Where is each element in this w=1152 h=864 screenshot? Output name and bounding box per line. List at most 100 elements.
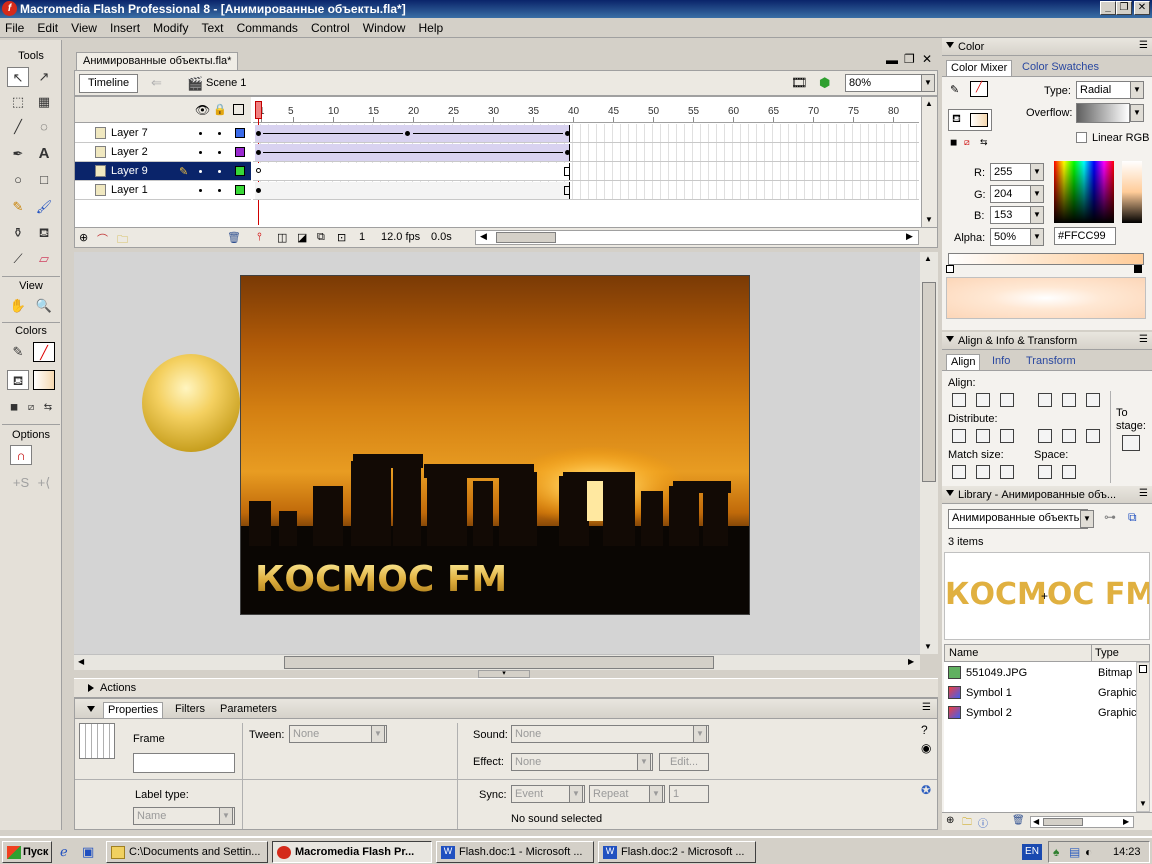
stonehenge-image[interactable]: КОСМОС FM xyxy=(240,275,750,615)
doc-restore-icon[interactable]: ❐ xyxy=(904,52,915,66)
document-tab[interactable]: Анимированные объекты.fla* xyxy=(76,52,239,70)
scroll-thumb[interactable] xyxy=(284,656,714,669)
new-library-panel-icon[interactable]: ⧉ xyxy=(1128,510,1137,525)
distribute-top-icon[interactable] xyxy=(952,429,966,443)
insert-folder-icon[interactable]: 🗀 xyxy=(117,231,128,250)
frame-name-input[interactable] xyxy=(133,753,235,773)
collapse-arrow-icon[interactable] xyxy=(87,706,95,712)
scroll-right-icon[interactable]: ▶ xyxy=(908,657,914,666)
tab-color-swatches[interactable]: Color Swatches xyxy=(1018,60,1103,76)
frame-ruler[interactable]: 15101520253035404550556065707580 xyxy=(253,97,919,123)
layer-row[interactable]: Layer 2 xyxy=(75,143,251,162)
frame-row[interactable] xyxy=(253,124,919,143)
pin-library-icon[interactable]: ⊶ xyxy=(1104,510,1116,524)
onion-markers-icon[interactable]: ⊡ xyxy=(337,231,346,244)
free-transform-tool-icon[interactable]: ⬚ xyxy=(7,92,29,112)
menu-insert[interactable]: Insert xyxy=(105,18,145,35)
menu-file[interactable]: File xyxy=(0,18,29,35)
layer-row[interactable]: Layer 7 xyxy=(75,124,251,143)
layer-color-swatch[interactable] xyxy=(235,147,245,157)
delete-layer-icon[interactable]: 🗑 xyxy=(227,231,241,244)
snap-to-objects-icon[interactable]: ∩ xyxy=(10,445,32,465)
menu-edit[interactable]: Edit xyxy=(32,18,63,35)
onion-skin-icon[interactable]: ◫ xyxy=(277,231,287,244)
layer-row[interactable]: Layer 1 xyxy=(75,181,251,200)
edit-symbol-icon[interactable]: ⬢ xyxy=(819,75,830,91)
ink-bottle-tool-icon[interactable]: ⚱ xyxy=(7,223,29,243)
fill-type-dropdown-icon[interactable]: ▼ xyxy=(1130,81,1144,99)
subselection-tool-icon[interactable]: ↗ xyxy=(33,67,55,87)
space-horizontal-icon[interactable] xyxy=(1062,465,1076,479)
align-bottom-icon[interactable] xyxy=(1086,393,1100,407)
library-item[interactable]: Symbol 2 Graphic xyxy=(944,704,1136,722)
library-item[interactable]: Symbol 1 Graphic xyxy=(944,684,1136,702)
layer-color-swatch[interactable] xyxy=(235,128,245,138)
actions-panel-header[interactable]: Actions xyxy=(74,678,938,698)
delete-item-icon[interactable]: 🗑 xyxy=(1012,815,1025,826)
start-button[interactable]: Пуск xyxy=(2,841,52,863)
black-white-icon[interactable]: ◼ xyxy=(950,137,957,148)
swap-colors-icon[interactable]: ⇆ xyxy=(41,398,55,418)
volume-icon[interactable]: ◐ xyxy=(1085,845,1092,859)
scroll-left-icon[interactable]: ◀ xyxy=(1033,817,1039,826)
frame-row[interactable] xyxy=(253,162,919,181)
tab-color-mixer[interactable]: Color Mixer xyxy=(946,60,1013,76)
to-stage-toggle-icon[interactable] xyxy=(1122,435,1140,451)
scroll-right-icon[interactable]: ▶ xyxy=(1123,817,1129,826)
layer-name[interactable]: Layer 1 xyxy=(111,184,148,196)
scroll-up-icon[interactable]: ▲ xyxy=(924,254,932,263)
library-vscroll[interactable]: ▼ xyxy=(1136,662,1150,812)
tray-app-icon[interactable]: ♠ xyxy=(1053,845,1059,859)
panel-collapse-handle[interactable]: ▾ xyxy=(478,670,530,678)
color-spectrum-picker[interactable] xyxy=(1054,161,1114,223)
blue-dropdown-icon[interactable]: ▼ xyxy=(1030,206,1044,224)
scroll-down-icon[interactable]: ▼ xyxy=(1139,799,1147,808)
menu-commands[interactable]: Commands xyxy=(232,18,303,35)
taskbar-item[interactable]: W Flash.doc:2 - Microsoft ... xyxy=(598,841,756,863)
tab-info[interactable]: Info xyxy=(988,354,1014,370)
stroke-color-icon[interactable]: ✎ xyxy=(950,83,959,96)
text-tool-icon[interactable]: A xyxy=(33,144,55,164)
gradient-bar[interactable] xyxy=(948,253,1144,265)
layer-name[interactable]: Layer 9 xyxy=(111,165,148,177)
frame-row[interactable] xyxy=(253,181,919,200)
scroll-left-icon[interactable]: ◀ xyxy=(78,657,84,666)
selection-tool-icon[interactable]: ↖ xyxy=(7,67,29,87)
tab-align[interactable]: Align xyxy=(946,354,981,370)
playhead[interactable] xyxy=(255,101,262,119)
edit-scene-icon[interactable]: 🎞 xyxy=(791,75,808,91)
align-vcenter-icon[interactable] xyxy=(1062,393,1076,407)
actions-title[interactable]: Actions xyxy=(100,682,136,694)
panel-menu-icon[interactable]: ☰ xyxy=(1139,40,1148,51)
menu-help[interactable]: Help xyxy=(414,18,449,35)
column-type[interactable]: Type xyxy=(1095,647,1119,659)
tab-transform[interactable]: Transform xyxy=(1022,354,1080,370)
lock-icon[interactable]: 🔒 xyxy=(213,103,227,116)
minimize-button[interactable]: _ xyxy=(1100,1,1116,15)
timeline-hscroll[interactable]: ◀ ▶ xyxy=(475,230,919,245)
network-icon[interactable]: ▤ xyxy=(1069,845,1080,859)
scroll-left-icon[interactable]: ◀ xyxy=(480,231,487,242)
black-white-icon[interactable]: ◼ xyxy=(7,398,21,418)
library-panel-header[interactable]: Library - Анимированные объ... ☰ xyxy=(942,486,1152,504)
tab-properties[interactable]: Properties xyxy=(103,702,164,718)
edit-sound-icon[interactable]: ◉ xyxy=(921,741,931,755)
edit-multiple-frames-icon[interactable]: ⧉ xyxy=(317,231,325,244)
frame-rate[interactable]: 12.0 fps xyxy=(381,231,420,243)
alpha-input[interactable]: 50% xyxy=(990,228,1032,246)
stroke-swatch[interactable]: ╱ xyxy=(970,81,988,97)
language-indicator[interactable]: EN xyxy=(1022,844,1042,860)
distribute-hcenter-icon[interactable] xyxy=(1062,429,1076,443)
distribute-bottom-icon[interactable] xyxy=(1000,429,1014,443)
fill-swatch[interactable] xyxy=(970,113,988,127)
stroke-swatch[interactable]: ╱ xyxy=(33,342,55,362)
panel-menu-icon[interactable]: ☰ xyxy=(1139,334,1148,345)
scroll-up-icon[interactable] xyxy=(1139,665,1147,673)
layer-name[interactable]: Layer 7 xyxy=(111,127,148,139)
linear-rgb-checkbox[interactable] xyxy=(1076,132,1087,143)
close-button[interactable]: ✕ xyxy=(1134,1,1150,15)
add-motion-guide-icon[interactable]: ⌒ xyxy=(97,231,108,247)
pen-tool-icon[interactable]: ✒ xyxy=(7,144,29,164)
layer-color-swatch[interactable] xyxy=(235,185,245,195)
zoom-dropdown-icon[interactable]: ▼ xyxy=(921,74,935,92)
